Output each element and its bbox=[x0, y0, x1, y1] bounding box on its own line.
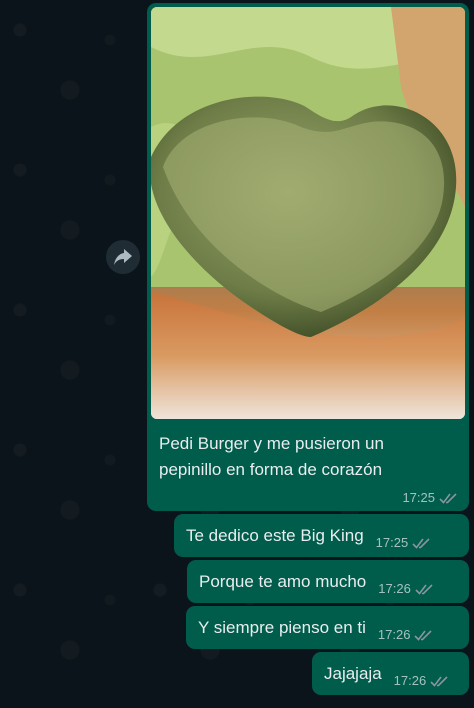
message-meta: 17:26 bbox=[378, 581, 435, 596]
image-message-bubble[interactable]: Pedi Burger y me pusieron un pepinillo e… bbox=[147, 3, 469, 511]
double-check-icon bbox=[439, 492, 457, 504]
double-check-icon bbox=[414, 629, 433, 641]
message-meta: 17:25 bbox=[402, 490, 459, 505]
message-text: Porque te amo mucho bbox=[199, 571, 367, 591]
text-message-bubble[interactable]: Te dedico este Big King 17:25 bbox=[174, 514, 469, 557]
message-text: Y siempre pienso en ti bbox=[198, 617, 366, 637]
message-time: 17:26 bbox=[377, 627, 411, 642]
image-caption: Pedi Burger y me pusieron un pepinillo e… bbox=[159, 434, 384, 479]
message-meta: 17:26 bbox=[378, 627, 435, 642]
message-meta: 17:25 bbox=[376, 535, 433, 550]
double-check-icon bbox=[415, 583, 433, 595]
message-time: 17:25 bbox=[375, 535, 409, 550]
text-message-bubble[interactable]: Porque te amo mucho 17:26 bbox=[187, 560, 469, 603]
double-check-icon bbox=[430, 675, 448, 687]
message-meta: 17:26 bbox=[394, 673, 451, 688]
text-message-bubble[interactable]: Y siempre pienso en ti 17:26 bbox=[186, 606, 469, 649]
forward-arrow-icon bbox=[114, 249, 132, 265]
text-message-bubble[interactable]: Jajajaja 17:26 bbox=[312, 652, 469, 695]
message-text: Jajajaja bbox=[324, 663, 382, 683]
burger-photo[interactable] bbox=[151, 7, 465, 419]
forward-button[interactable] bbox=[106, 240, 140, 274]
message-text: Te dedico este Big King bbox=[186, 525, 364, 545]
double-check-icon bbox=[412, 537, 430, 549]
message-time: 17:26 bbox=[378, 581, 411, 596]
message-time: 17:26 bbox=[393, 673, 427, 688]
message-time: 17:25 bbox=[402, 490, 435, 505]
heart-pickle-image bbox=[151, 7, 465, 419]
